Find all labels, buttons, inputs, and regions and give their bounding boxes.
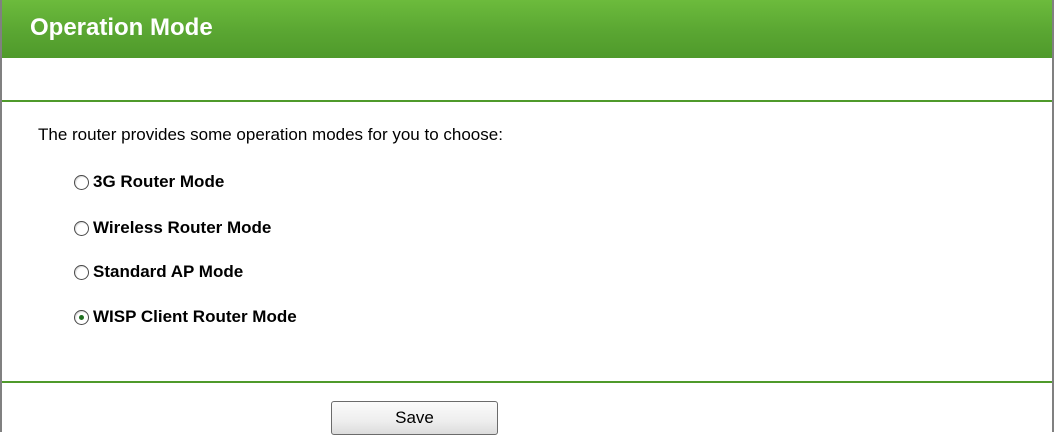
radio-button-wireless-router[interactable] [74, 220, 89, 236]
mode-label-3g-router: 3G Router Mode [93, 172, 225, 191]
radio-button-3g-router[interactable] [74, 174, 89, 190]
header-bar: Operation Mode [2, 0, 1052, 58]
radio-button-standard-ap[interactable] [74, 264, 89, 280]
page-title: Operation Mode [30, 14, 213, 41]
radio-button-wisp-client-router[interactable] [74, 309, 89, 325]
intro-text: The router provides some operation modes… [38, 125, 503, 144]
mode-option-wireless-router[interactable]: Wireless Router Mode [74, 216, 271, 240]
mode-label-standard-ap: Standard AP Mode [93, 262, 244, 281]
top-divider [2, 100, 1052, 102]
mode-label-wireless-router: Wireless Router Mode [93, 218, 272, 237]
mode-option-wisp-client-router[interactable]: WISP Client Router Mode [74, 305, 297, 329]
save-button[interactable]: Save [331, 401, 498, 435]
mode-option-3g-router[interactable]: 3G Router Mode [74, 170, 224, 194]
mode-label-wisp-client-router: WISP Client Router Mode [93, 307, 297, 326]
operation-mode-panel: Operation Mode The router provides some … [0, 0, 1054, 435]
bottom-divider [2, 381, 1052, 383]
mode-option-standard-ap[interactable]: Standard AP Mode [74, 260, 243, 284]
